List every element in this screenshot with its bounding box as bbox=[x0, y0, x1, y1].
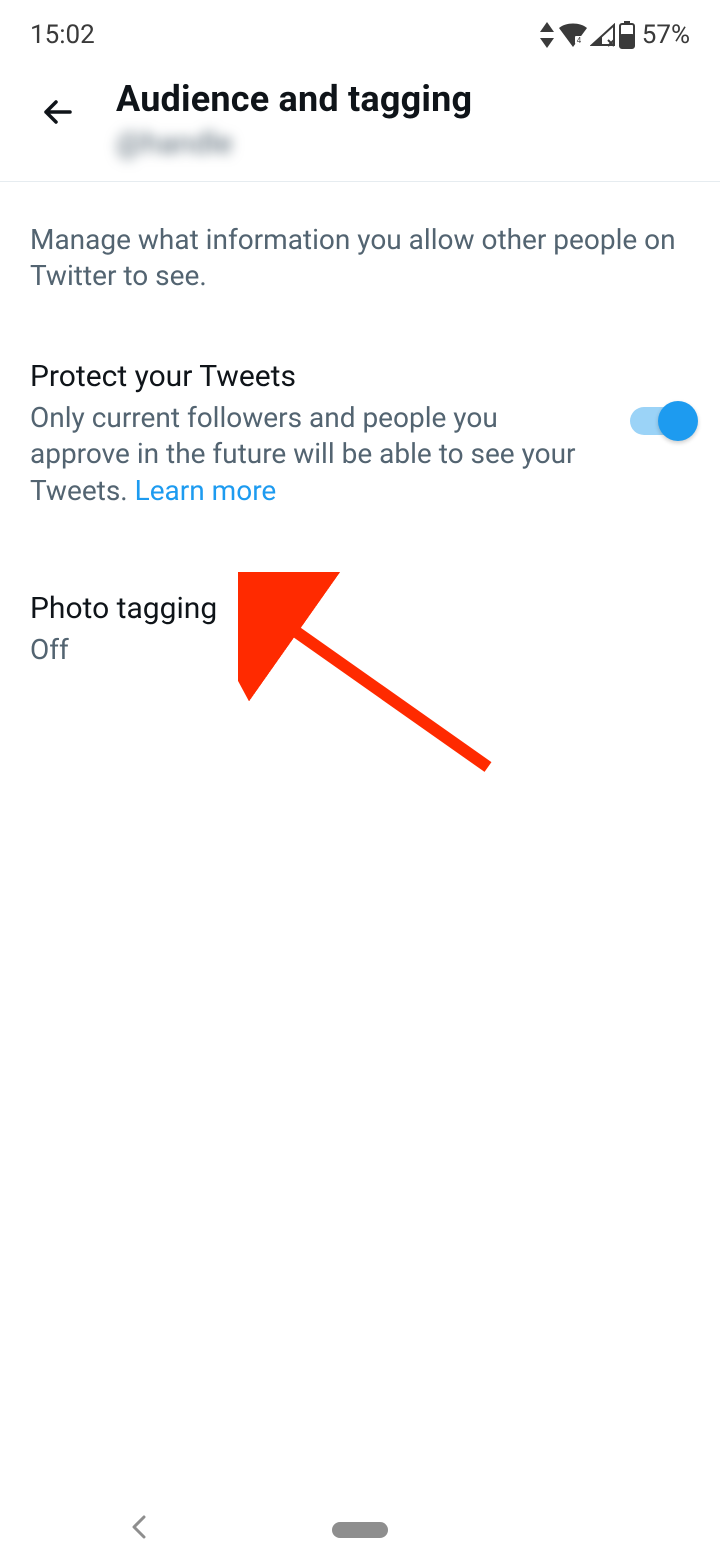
cell-signal-icon bbox=[590, 23, 616, 47]
photo-tagging-row[interactable]: Photo tagging Off bbox=[0, 537, 720, 696]
app-bar: Audience and tagging @handle bbox=[0, 60, 720, 182]
arrow-left-icon bbox=[38, 92, 78, 132]
photo-tagging-title: Photo tagging bbox=[30, 591, 690, 626]
toggle-knob bbox=[658, 401, 698, 441]
page-title: Audience and tagging bbox=[116, 78, 700, 120]
system-nav-bar bbox=[0, 1500, 720, 1560]
status-bar: 15:02 4 57% bbox=[0, 0, 720, 60]
protect-tweets-title: Protect your Tweets bbox=[30, 359, 598, 394]
nav-home-pill[interactable] bbox=[332, 1522, 388, 1538]
vpn-icon bbox=[538, 22, 556, 48]
section-description: Manage what information you allow other … bbox=[0, 182, 720, 329]
svg-text:4: 4 bbox=[576, 36, 581, 45]
status-time: 15:02 bbox=[30, 20, 95, 50]
photo-tagging-value: Off bbox=[30, 632, 690, 668]
battery-icon bbox=[618, 21, 636, 49]
protect-tweets-row[interactable]: Protect your Tweets Only current followe… bbox=[0, 329, 720, 537]
back-button[interactable] bbox=[36, 90, 80, 134]
wifi-icon: 4 bbox=[558, 23, 588, 47]
battery-percent: 57% bbox=[642, 20, 690, 50]
nav-back-button[interactable] bbox=[130, 1513, 148, 1548]
chevron-left-icon bbox=[130, 1513, 148, 1541]
status-indicators: 4 57% bbox=[538, 20, 690, 50]
protect-tweets-description: Only current followers and people you ap… bbox=[30, 400, 598, 509]
learn-more-link[interactable]: Learn more bbox=[135, 474, 277, 507]
protect-tweets-toggle[interactable] bbox=[630, 407, 690, 435]
page-subtitle: @handle bbox=[116, 126, 700, 161]
